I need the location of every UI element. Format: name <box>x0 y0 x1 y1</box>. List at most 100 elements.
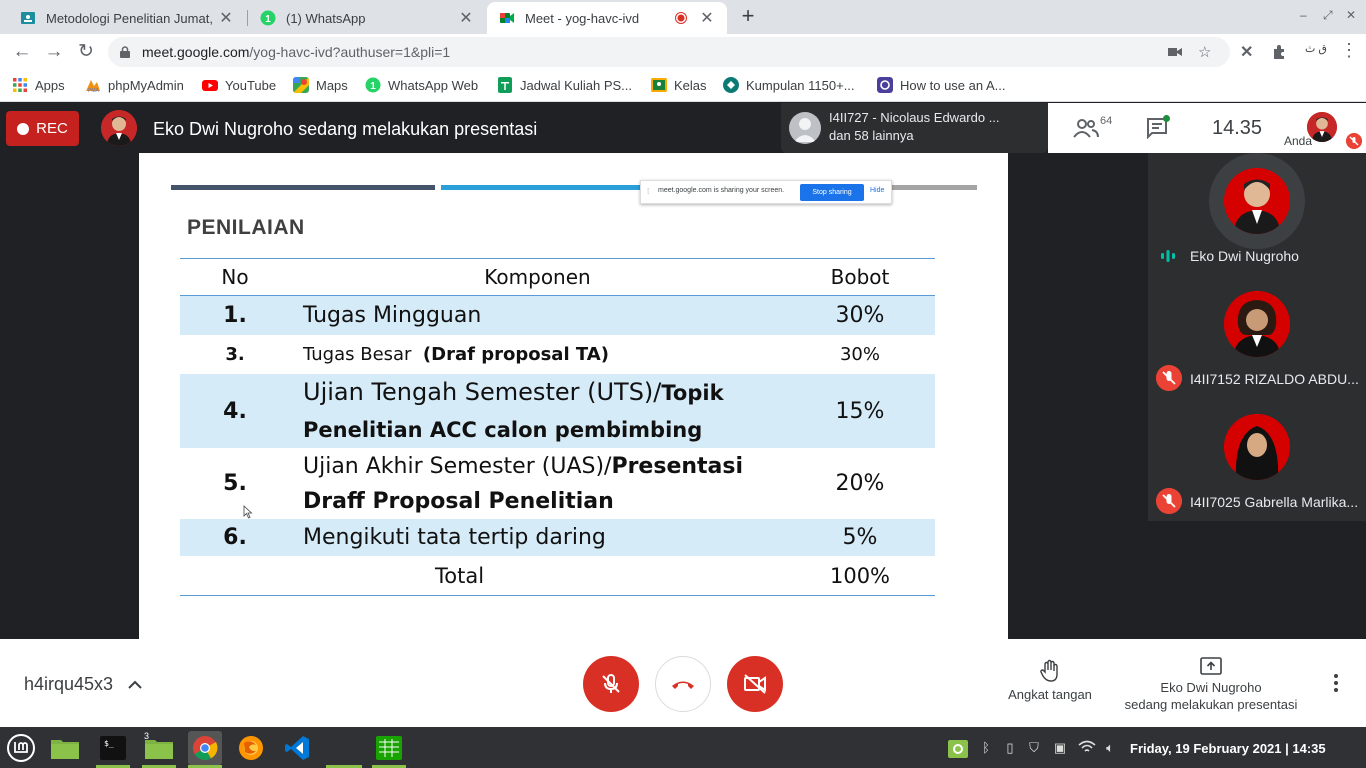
leave-call-button[interactable] <box>655 656 711 712</box>
meeting-code[interactable]: h4irqu45x3 <box>24 674 113 695</box>
participant-join-notice[interactable]: I4II727 - Nicolaus Edwardo ... dan 58 la… <box>781 103 1048 153</box>
people-icon[interactable] <box>1072 117 1100 139</box>
svg-text:1: 1 <box>265 14 271 25</box>
tab-metodologi[interactable]: Metodologi Penelitian Jumat, ✕ <box>8 2 246 34</box>
window-close-icon[interactable]: ✕ <box>1346 8 1356 22</box>
recording-indicator-icon <box>675 12 687 24</box>
bookmark-whatsapp-web[interactable]: 1 WhatsApp Web <box>365 77 478 93</box>
screen-share-popup: ⁞ meet.google.com is sharing your screen… <box>640 180 892 204</box>
mic-toggle-button[interactable] <box>583 656 639 712</box>
date-time[interactable]: Friday, 19 February 2021 | 14:35 <box>1130 741 1326 756</box>
row-no: 3. <box>225 344 245 365</box>
bookmark-label: phpMyAdmin <box>108 77 184 93</box>
tab-meet[interactable]: Meet - yog-havc-ivd ✕ <box>487 2 727 34</box>
header-komponen: Komponen <box>484 265 591 289</box>
bookmark-label: YouTube <box>225 77 277 93</box>
taskbar-terminal[interactable]: $_ <box>96 731 130 765</box>
bookmark-kelas[interactable]: Kelas <box>651 77 707 93</box>
firefox-icon <box>239 736 263 760</box>
raise-hand-button[interactable]: Angkat tangan <box>995 659 1105 702</box>
meet-bottom-bar: h4irqu45x3 Angkat tangan Eko Dwi Nugroho… <box>0 639 1366 727</box>
classroom-icon <box>21 12 35 24</box>
grading-table: No Komponen Bobot 1. Tugas Mingguan 30% … <box>180 258 935 596</box>
bookmark-apps[interactable]: Apps <box>12 77 65 93</box>
mic-off-icon <box>1346 133 1362 149</box>
close-tab-icon[interactable]: ✕ <box>699 8 715 28</box>
recording-button[interactable]: REC <box>6 111 79 146</box>
linux-mint-icon <box>7 734 35 762</box>
share-message: meet.google.com is sharing your screen. <box>658 187 785 194</box>
arabic-extension-icon[interactable]: ق ث <box>1305 42 1327 55</box>
taskbar-vscode[interactable] <box>280 731 314 765</box>
close-tab-icon[interactable]: ✕ <box>218 8 234 28</box>
x-extension-icon[interactable]: ✕ <box>1240 42 1253 62</box>
bookmark-label: Kumpulan 1150+... <box>746 77 855 93</box>
notice-more-count: dan 58 lainnya <box>829 128 914 143</box>
bluetooth-icon[interactable]: ᛒ <box>979 740 993 756</box>
close-tab-icon[interactable]: ✕ <box>458 8 474 28</box>
audio-speaking-icon <box>1161 250 1175 262</box>
participant-avatar[interactable] <box>1224 414 1290 480</box>
mint-menu-button[interactable] <box>4 731 38 765</box>
mic-off-icon <box>602 674 620 693</box>
bookmark-star-icon[interactable]: ☆ <box>1198 43 1211 61</box>
presenting-button[interactable]: Eko Dwi Nugroho sedang melakukan present… <box>1112 657 1310 713</box>
more-options-icon[interactable] <box>1324 671 1348 695</box>
volume-icon[interactable]: 🔈︎ <box>1103 740 1117 756</box>
bookmark-youtube[interactable]: YouTube <box>202 77 276 93</box>
bookmark-phpmyadmin[interactable]: PMA phpMyAdmin <box>85 77 184 93</box>
chrome-menu-icon[interactable]: ⋮ <box>1340 40 1358 61</box>
update-manager-icon[interactable] <box>947 737 969 759</box>
screenshot-icon[interactable]: ▣ <box>1053 740 1067 756</box>
taskbar-firefox[interactable] <box>234 731 268 765</box>
back-arrow-icon[interactable]: ← <box>10 40 34 64</box>
stop-sharing-button[interactable]: Stop sharing <box>800 184 864 201</box>
minimize-icon[interactable]: – <box>1300 8 1307 22</box>
table-row: 3. Tugas Besar (Draf proposal TA) 30% <box>180 335 935 374</box>
forward-arrow-icon[interactable]: → <box>42 40 66 64</box>
participant-avatar[interactable] <box>1224 291 1290 357</box>
site-icon <box>723 77 739 93</box>
sheets-icon <box>498 77 512 93</box>
bookmark-label: WhatsApp Web <box>388 77 479 93</box>
bookmark-jadwal-kuliah[interactable]: Jadwal Kuliah PS... <box>497 77 632 93</box>
bookmark-kumpulan[interactable]: Kumpulan 1150+... <box>723 77 855 93</box>
taskbar-files-windows[interactable]: 3 <box>142 731 176 765</box>
shield-icon[interactable]: ⛉ <box>1027 740 1041 756</box>
drag-handle-icon[interactable]: ⁞ <box>647 187 649 196</box>
row-bobot: 30% <box>835 303 885 328</box>
bookmark-maps[interactable]: Maps <box>293 77 348 93</box>
table-total-row: Total 100% <box>180 556 935 596</box>
folder-icon <box>145 740 173 759</box>
table-row: 6. Mengikuti tata tertip daring 5% <box>180 519 935 556</box>
extensions-puzzle-icon[interactable] <box>1272 44 1288 60</box>
google-meet-icon <box>500 13 514 23</box>
participant-avatar[interactable] <box>1224 168 1290 234</box>
address-bar[interactable]: meet.google.com/yog-havc-ivd?authuser=1&… <box>108 37 1230 67</box>
presenter-avatar <box>101 110 137 146</box>
row-no: 6. <box>223 525 247 550</box>
total-label: Total <box>435 563 485 588</box>
chevron-up-icon[interactable] <box>126 676 144 692</box>
slide-decor-bar <box>171 185 435 190</box>
reload-icon[interactable]: ↻ <box>74 40 98 64</box>
tab-whatsapp[interactable]: 1 (1) WhatsApp ✕ <box>248 2 486 34</box>
camera-in-use-icon[interactable] <box>1168 46 1182 58</box>
bookmark-how-to-use[interactable]: How to use an A... <box>877 77 1006 93</box>
people-count: 64 <box>1100 115 1113 127</box>
hide-button[interactable]: Hide <box>870 187 884 194</box>
taskbar-spreadsheet[interactable] <box>372 731 406 765</box>
taskbar-chrome[interactable] <box>188 731 222 765</box>
camera-toggle-button[interactable] <box>727 656 783 712</box>
self-avatar[interactable] <box>1307 112 1337 142</box>
wifi-icon[interactable] <box>1078 740 1096 754</box>
bookmark-label: Maps <box>316 77 348 93</box>
clipboard-icon[interactable]: ▯ <box>1003 740 1017 756</box>
meet-app: REC Eko Dwi Nugroho sedang melakukan pre… <box>0 103 1366 727</box>
new-tab-button[interactable]: + <box>737 5 759 28</box>
mic-off-icon <box>1156 488 1182 514</box>
maximize-icon[interactable]: ⤢ <box>1323 8 1333 23</box>
taskbar-files[interactable] <box>48 731 82 765</box>
row-komponen: Tugas Besar (Draf proposal TA) <box>303 344 609 365</box>
row-bobot: 20% <box>835 471 885 496</box>
